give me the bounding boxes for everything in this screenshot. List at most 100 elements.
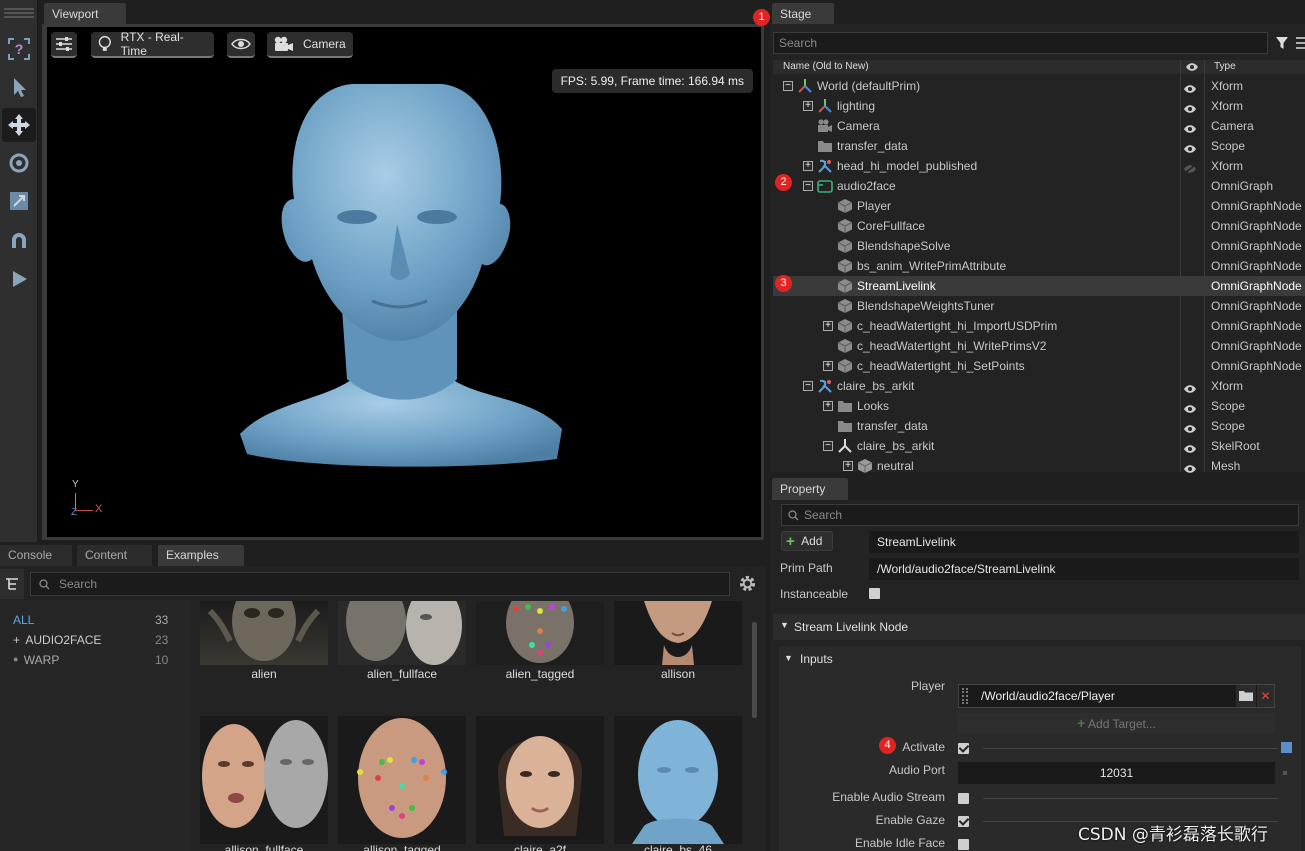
camera-button[interactable]: Camera [267, 32, 353, 58]
stage-search-input[interactable]: Search [773, 32, 1268, 54]
tab-content[interactable]: Content [77, 545, 152, 566]
add-button[interactable]: + Add [781, 531, 833, 551]
collapse-icon[interactable]: − [823, 441, 833, 451]
eye-icon[interactable] [1183, 144, 1197, 154]
play-tool[interactable] [2, 262, 36, 296]
examples-search-input[interactable]: Search [30, 572, 730, 596]
select-tool[interactable] [2, 70, 36, 104]
prim-path-field[interactable]: /World/audio2face/StreamLivelink [869, 558, 1299, 580]
toolbar-grip[interactable] [4, 8, 34, 10]
activate-checkbox[interactable] [958, 743, 969, 754]
enable-idle-face-checkbox[interactable] [958, 839, 969, 850]
thumbnail-alien-tagged[interactable] [476, 601, 604, 665]
enable-gaze-checkbox[interactable] [958, 816, 969, 827]
eye-icon[interactable] [1183, 104, 1197, 114]
eye-icon[interactable] [1183, 384, 1197, 394]
drag-handle-icon[interactable] [962, 688, 968, 704]
tab-stage[interactable]: Stage [772, 3, 834, 25]
eye-hidden-icon[interactable] [1183, 164, 1197, 174]
stage-tree-row[interactable]: BlendshapeWeightsTuner OmniGraphNode [773, 296, 1305, 316]
thumbnail-allison-fullface[interactable] [200, 716, 328, 844]
toolbar-grip[interactable] [4, 16, 34, 18]
filter-icon[interactable] [1275, 36, 1289, 50]
tree-toggle-button[interactable] [0, 569, 24, 599]
stage-tree-row[interactable]: − claire_bs_arkit SkelRoot [773, 436, 1305, 456]
instanceable-checkbox[interactable] [869, 588, 880, 599]
expand-icon[interactable]: + [823, 401, 833, 411]
select-mode-tool[interactable]: ? [2, 32, 36, 66]
viewport-canvas[interactable]: RTX - Real-Time Camera FPS: 5.99, Frame … [47, 27, 761, 537]
enable-audio-stream-checkbox[interactable] [958, 793, 969, 804]
tab-viewport[interactable]: Viewport [44, 3, 126, 25]
expand-icon[interactable]: + [823, 321, 833, 331]
eye-icon[interactable] [1183, 84, 1197, 94]
viewport-settings-button[interactable] [51, 32, 77, 58]
thumbnail-alien[interactable] [200, 601, 328, 665]
visibility-button[interactable] [227, 32, 255, 58]
audio-port-field[interactable]: 12031 [958, 762, 1275, 784]
expand-icon[interactable]: + [843, 461, 853, 471]
stage-tree-row[interactable]: Camera Camera [773, 116, 1305, 136]
thumbnail-claire-bs-46[interactable] [614, 716, 742, 844]
column-name-header[interactable]: Name (Old to New) [783, 61, 869, 72]
stage-tree-row[interactable]: bs_anim_WritePrimAttribute OmniGraphNode [773, 256, 1305, 276]
category-audio2face[interactable]: + AUDIO2FACE 23 [13, 633, 183, 649]
renderer-button[interactable]: RTX - Real-Time [91, 30, 214, 58]
collapse-icon[interactable]: − [803, 381, 813, 391]
collapse-icon[interactable]: − [783, 81, 793, 91]
head-model-render[interactable] [232, 79, 572, 469]
stage-tree-row[interactable]: StreamLivelink OmniGraphNode [773, 276, 1305, 296]
default-value-indicator[interactable] [1281, 742, 1292, 753]
stage-tree-row[interactable]: + head_hi_model_published Xform [773, 156, 1305, 176]
eye-icon[interactable] [1183, 424, 1197, 434]
expand-icon[interactable]: + [823, 361, 833, 371]
stage-tree-row[interactable]: c_headWatertight_hi_WritePrimsV2 OmniGrap… [773, 336, 1305, 356]
tab-examples[interactable]: Examples [158, 545, 244, 566]
category-warp[interactable]: ● WARP 10 [13, 653, 183, 669]
stage-tree-row[interactable]: + lighting Xform [773, 96, 1305, 116]
stage-tree-row[interactable]: + Looks Scope [773, 396, 1305, 416]
eye-icon[interactable] [1183, 404, 1197, 414]
scale-tool[interactable] [2, 184, 36, 218]
collapse-icon[interactable]: − [803, 181, 813, 191]
add-target-button[interactable]: + Add Target... [958, 713, 1275, 733]
toolbar-grip[interactable] [4, 12, 34, 14]
gear-icon[interactable] [738, 574, 757, 593]
inputs-label[interactable]: Inputs [800, 652, 833, 666]
expand-icon[interactable]: + [803, 161, 813, 171]
eye-icon[interactable] [1183, 464, 1197, 474]
stage-tree-row[interactable]: Player OmniGraphNode [773, 196, 1305, 216]
options-menu-icon[interactable] [1296, 36, 1305, 50]
thumbnail-allison-tagged[interactable] [338, 716, 466, 844]
stage-tree-row[interactable]: + neutral Mesh [773, 456, 1305, 476]
rotate-tool[interactable] [2, 146, 36, 180]
column-type-header[interactable]: Type [1214, 61, 1236, 72]
tab-property[interactable]: Property [772, 478, 848, 500]
tab-console[interactable]: Console [0, 545, 72, 566]
expand-icon[interactable]: + [803, 101, 813, 111]
eye-icon[interactable] [1183, 444, 1197, 454]
stage-tree-row[interactable]: − audio2face OmniGraph [773, 176, 1305, 196]
stage-tree-row[interactable]: transfer_data Scope [773, 136, 1305, 156]
stage-tree-row[interactable]: transfer_data Scope [773, 416, 1305, 436]
stage-tree-row[interactable]: BlendshapeSolve OmniGraphNode [773, 236, 1305, 256]
prim-name-field[interactable]: StreamLivelink [869, 531, 1299, 553]
stage-tree-row[interactable]: − World (defaultPrim) Xform [773, 76, 1305, 96]
browse-folder-button[interactable] [1236, 685, 1256, 707]
move-tool[interactable] [2, 108, 36, 142]
thumbnail-alien-fullface[interactable] [338, 601, 466, 665]
stream-livelink-section-header[interactable]: ▼ Stream Livelink Node [773, 614, 1305, 640]
remove-target-icon[interactable]: ✕ [1257, 685, 1274, 707]
stage-tree-row[interactable]: − claire_bs_arkit Xform [773, 376, 1305, 396]
property-search-input[interactable]: Search [781, 504, 1299, 526]
stage-tree-row[interactable]: + c_headWatertight_hi_ImportUSDPrim OmniGr… [773, 316, 1305, 336]
snap-tool[interactable] [2, 224, 36, 258]
stage-tree-row[interactable]: + c_headWatertight_hi_SetPoints OmniGraphN… [773, 356, 1305, 376]
category-all[interactable]: ALL 33 [13, 613, 183, 629]
examples-scrollbar[interactable] [752, 622, 757, 718]
thumbnail-allison[interactable] [614, 601, 742, 665]
stage-tree-row[interactable]: CoreFullface OmniGraphNode [773, 216, 1305, 236]
player-target-field[interactable]: /World/audio2face/Player ✕ [958, 684, 1275, 708]
thumbnail-claire-a2f[interactable] [476, 716, 604, 844]
eye-icon[interactable] [1183, 124, 1197, 134]
